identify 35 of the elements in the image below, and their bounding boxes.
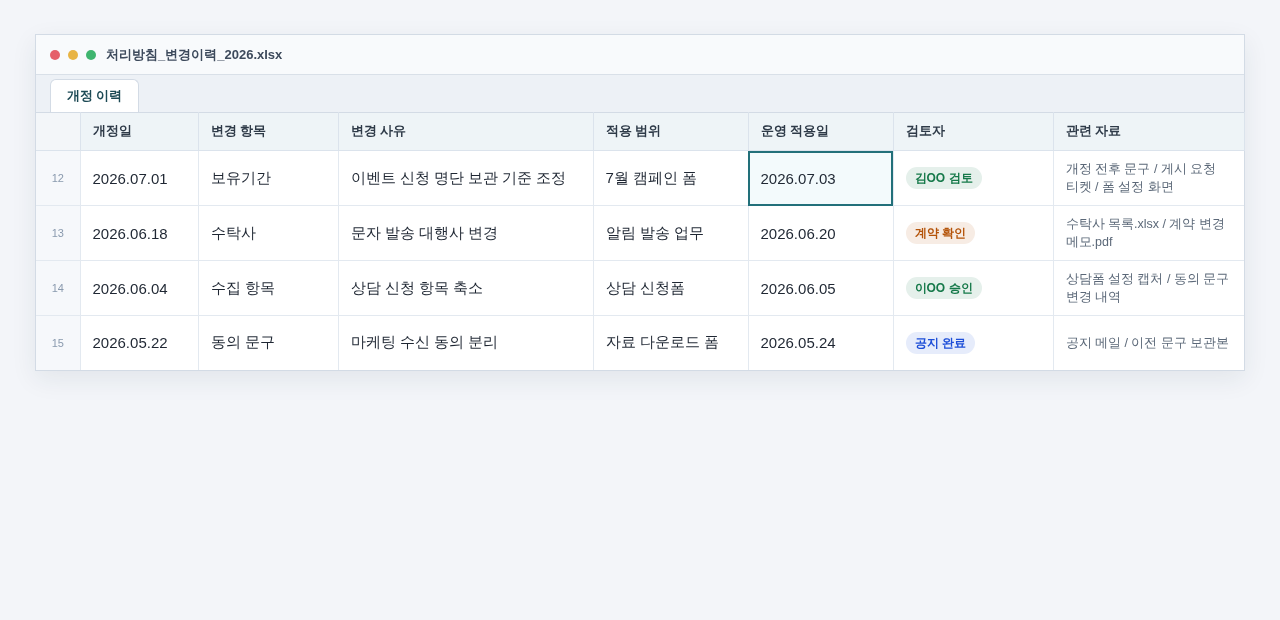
column-header[interactable]: 검토자 — [893, 112, 1053, 151]
column-header[interactable]: 변경 항목 — [198, 112, 338, 151]
table-cell: 문자 발송 대행사 변경 — [338, 205, 593, 261]
table-cell: 수집 항목 — [198, 260, 338, 316]
table-cell: 2026.07.01 — [80, 150, 198, 206]
table-cell: 알림 발송 업무 — [593, 205, 748, 261]
maximize-dot-icon[interactable] — [86, 49, 96, 60]
table-cell: 2026.07.03 — [748, 150, 893, 206]
table-cell: 이벤트 신청 명단 보관 기준 조정 — [338, 150, 593, 206]
table-cell: 보유기간 — [198, 150, 338, 206]
column-header[interactable]: 변경 사유 — [338, 112, 593, 151]
table-cell: 수탁사 — [198, 205, 338, 261]
sheet-tab[interactable]: 개정 이력 — [50, 79, 140, 112]
row-number: 13 — [36, 205, 80, 261]
column-header[interactable]: 개정일 — [80, 112, 198, 151]
column-header[interactable]: 관련 자료 — [1053, 112, 1244, 151]
row-number: 14 — [36, 260, 80, 316]
table-cell: 2026.06.05 — [748, 260, 893, 316]
row-number: 12 — [36, 150, 80, 206]
close-dot-icon[interactable] — [50, 49, 60, 60]
table-cell: 상담 신청 항목 축소 — [338, 260, 593, 316]
status-badge: 공지 완료 — [905, 331, 975, 354]
table-cell: 2026.06.18 — [80, 205, 198, 261]
column-header[interactable]: 운영 적용일 — [748, 112, 893, 151]
column-header[interactable]: 적용 범위 — [593, 112, 748, 151]
status-badge: 계약 확인 — [905, 222, 975, 244]
table-cell: 상담 신청폼 — [593, 260, 748, 316]
status-badge: 김OO 검토 — [905, 167, 982, 189]
minimize-dot-icon[interactable] — [68, 49, 78, 60]
table-cell: 2026.06.20 — [748, 205, 893, 261]
row-number: 15 — [36, 315, 80, 370]
table-cell: 공지 메일 / 이전 문구 보관본 — [1053, 315, 1244, 370]
status-badge: 이OO 승인 — [905, 277, 982, 299]
window-title: 처리방침_변경이력_2026.xlsx — [106, 45, 283, 64]
table-cell: 2026.06.04 — [80, 260, 198, 316]
